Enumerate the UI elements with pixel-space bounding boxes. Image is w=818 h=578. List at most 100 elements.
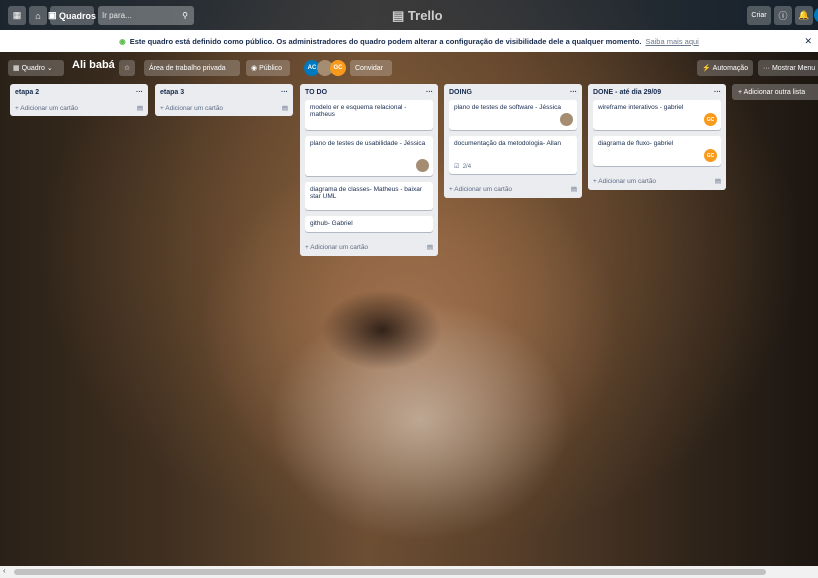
top-navigation-bar: ▦ ⌂ ▣ Quadros Ir para... ⚲ ▤ Trello Cria…: [0, 0, 818, 30]
add-card-row[interactable]: + Adicionar um cartão ▤: [305, 238, 433, 256]
public-board-banner: ◉ Este quadro está definido como público…: [0, 30, 818, 52]
checklist-count: 2/4: [462, 164, 472, 170]
show-menu-label: Mostrar Menu: [771, 64, 816, 72]
card[interactable]: diagrama de fluxo- gabriel GC: [593, 136, 721, 166]
create-button[interactable]: Criar: [747, 6, 771, 25]
invite-button[interactable]: Convidar: [350, 60, 392, 76]
list-header: TO DO ···: [305, 84, 433, 100]
card-title: diagrama de fluxo- gabriel: [598, 140, 674, 147]
visibility-button[interactable]: ◉ Público: [246, 60, 290, 76]
card[interactable]: documentação da metodologia- Allan ☑ 2/4: [449, 136, 577, 174]
globe-icon: ◉: [251, 65, 260, 72]
show-menu-button[interactable]: ··· Mostrar Menu: [758, 60, 818, 76]
add-another-list-button[interactable]: + Adicionar outra lista: [732, 84, 818, 100]
info-icon[interactable]: ⓘ: [774, 6, 792, 25]
board-title[interactable]: Ali babá: [72, 59, 115, 71]
add-card-button[interactable]: + Adicionar um cartão: [15, 105, 78, 112]
list-todo: TO DO ··· modelo er e esquema relacional…: [300, 84, 438, 256]
card[interactable]: github- Gabriel: [305, 216, 433, 232]
home-icon[interactable]: ⌂: [29, 6, 47, 25]
list-title[interactable]: DONE - até dia 29/09: [593, 89, 661, 96]
list-title[interactable]: TO DO: [305, 89, 327, 96]
horizontal-scrollbar[interactable]: ‹: [0, 566, 818, 578]
scrollbar-thumb[interactable]: [14, 569, 766, 575]
list-header: DOING ···: [449, 84, 577, 100]
add-card-button[interactable]: + Adicionar um cartão: [449, 186, 512, 193]
card-title: github- Gabriel: [310, 220, 353, 227]
list-etapa-3: etapa 3 ··· + Adicionar um cartão ▤: [155, 84, 293, 116]
search-input[interactable]: Ir para... ⚲: [98, 6, 194, 25]
add-card-row[interactable]: + Adicionar um cartão ▤: [449, 180, 577, 198]
notifications-bell-icon[interactable]: 🔔: [795, 6, 813, 25]
close-icon[interactable]: ✕: [804, 36, 812, 47]
card[interactable]: diagrama de classes- Matheus - baixar st…: [305, 182, 433, 210]
trello-logo[interactable]: ▤ Trello: [392, 8, 443, 24]
boards-icon: ▣: [47, 10, 59, 20]
card-template-icon[interactable]: ▤: [427, 243, 433, 251]
boards-button[interactable]: ▣ Quadros: [47, 6, 97, 25]
card-title: diagrama de classes- Matheus - baixar st…: [310, 186, 422, 200]
board-view-icon: ▦: [13, 65, 22, 72]
scroll-left-icon[interactable]: ‹: [3, 566, 6, 575]
add-card-row[interactable]: + Adicionar um cartão ▤: [593, 172, 721, 190]
card-template-icon[interactable]: ▤: [282, 104, 288, 112]
member-avatar-gc[interactable]: GC: [330, 60, 346, 76]
card-title: plano de testes de usabilidade - Jéssica: [310, 140, 426, 147]
star-board-button[interactable]: ☆: [119, 60, 135, 76]
workspace-button[interactable]: Área de trabalho privada: [144, 60, 240, 76]
apps-icon[interactable]: ▦: [8, 6, 26, 25]
globe-icon: ◉: [119, 36, 126, 46]
card[interactable]: plano de testes de usabilidade - Jéssica: [305, 136, 433, 176]
member-avatar-gc[interactable]: GC: [704, 149, 717, 162]
boards-label: Quadros: [59, 10, 97, 21]
list-menu-icon[interactable]: ···: [426, 89, 433, 96]
add-card-button[interactable]: + Adicionar um cartão: [593, 178, 656, 185]
list-done: DONE - até dia 29/09 ··· wireframe inter…: [588, 84, 726, 190]
trello-logo-text: Trello: [407, 8, 443, 23]
visibility-label: Público: [259, 64, 283, 72]
checklist-badge: ☑ 2/4: [454, 163, 471, 170]
automation-button[interactable]: ⚡ Automação: [697, 60, 753, 76]
card-title: wireframe interativos - gabriel: [598, 104, 684, 111]
add-card-row[interactable]: + Adicionar um cartão ▤: [15, 100, 143, 116]
list-doing: DOING ··· plano de testes de software - …: [444, 84, 582, 198]
member-avatar-photo[interactable]: [560, 113, 573, 126]
card-title: modelo er e esquema relacional - matheus: [310, 104, 407, 118]
view-switcher-button[interactable]: ▦ Quadro ⌄: [8, 60, 64, 76]
list-menu-icon[interactable]: ···: [570, 89, 577, 96]
member-avatar-gc[interactable]: GC: [704, 113, 717, 126]
list-title[interactable]: DOING: [449, 89, 472, 96]
card[interactable]: plano de testes de software - Jéssica: [449, 100, 577, 130]
search-placeholder: Ir para...: [102, 11, 132, 20]
list-menu-icon[interactable]: ···: [714, 89, 721, 96]
card[interactable]: modelo er e esquema relacional - matheus: [305, 100, 433, 130]
list-etapa-2: etapa 2 ··· + Adicionar um cartão ▤: [10, 84, 148, 116]
add-card-row[interactable]: + Adicionar um cartão ▤: [160, 100, 288, 116]
user-avatar[interactable]: [814, 7, 818, 23]
add-card-button[interactable]: + Adicionar um cartão: [305, 244, 368, 251]
card-title: plano de testes de software - Jéssica: [454, 104, 561, 111]
ellipsis-icon: ···: [763, 64, 772, 72]
member-avatar-photo[interactable]: [416, 159, 429, 172]
list-menu-icon[interactable]: ···: [281, 89, 288, 96]
star-icon: ☆: [123, 65, 131, 72]
card-template-icon[interactable]: ▤: [715, 177, 721, 185]
list-header: DONE - até dia 29/09 ···: [593, 84, 721, 100]
card-template-icon[interactable]: ▤: [137, 104, 143, 112]
search-icon: ⚲: [182, 11, 188, 20]
list-header: etapa 2 ···: [15, 84, 143, 100]
lightning-icon: ⚡: [702, 65, 713, 72]
card[interactable]: wireframe interativos - gabriel GC: [593, 100, 721, 130]
trello-icon: ▤: [392, 8, 405, 23]
board-header: ▦ Quadro ⌄ Ali babá ☆ Área de trabalho p…: [0, 56, 818, 80]
list-header: etapa 3 ···: [160, 84, 288, 100]
list-title[interactable]: etapa 3: [160, 89, 184, 96]
learn-more-link[interactable]: Saiba mais aqui: [645, 37, 698, 46]
card-title: documentação da metodologia- Allan: [454, 140, 561, 147]
automation-label: Automação: [712, 64, 749, 72]
add-card-button[interactable]: + Adicionar um cartão: [160, 105, 223, 112]
list-title[interactable]: etapa 2: [15, 89, 39, 96]
list-menu-icon[interactable]: ···: [136, 89, 143, 96]
view-label: Quadro: [21, 64, 45, 72]
card-template-icon[interactable]: ▤: [571, 185, 577, 193]
